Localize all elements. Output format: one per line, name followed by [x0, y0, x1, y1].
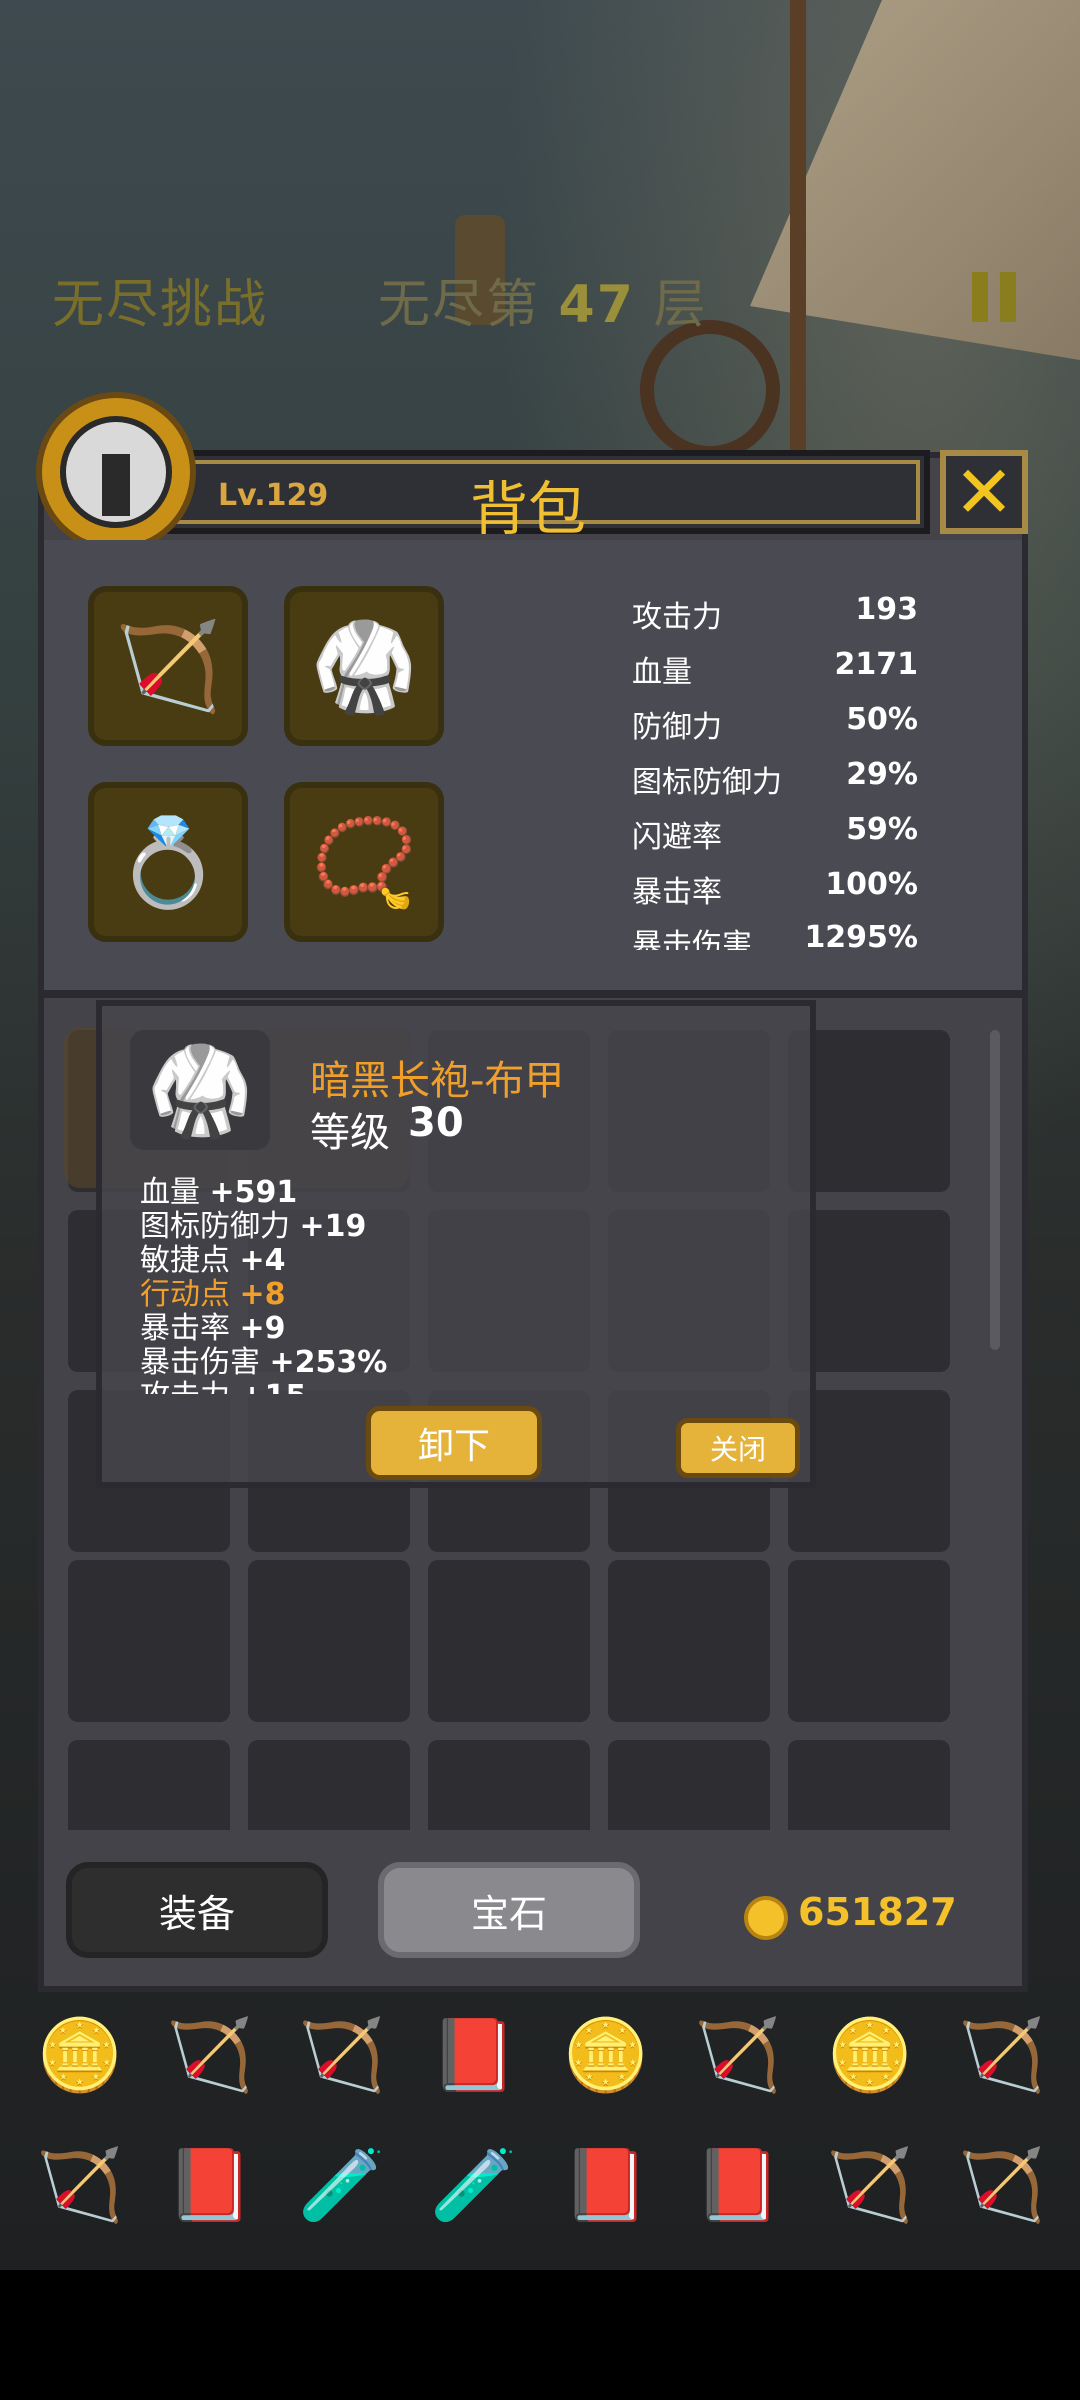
- pause-icon[interactable]: [972, 272, 1018, 322]
- inventory-cell[interactable]: [608, 1560, 770, 1722]
- floor-suffix: 层: [653, 275, 708, 335]
- quick-item-arrow[interactable]: 🏹: [678, 2000, 798, 2110]
- stat-value-crit-rate: 100%: [825, 867, 918, 902]
- quick-item-spellbook[interactable]: 📕: [678, 2130, 798, 2240]
- quick-item-spellbook[interactable]: 📕: [414, 2000, 534, 2110]
- quick-item-spellbook[interactable]: 📕: [546, 2130, 666, 2240]
- mode-label: 无尽挑战: [52, 275, 269, 335]
- stat-label-dodge: 闪避率: [632, 820, 722, 855]
- close-tooltip-button[interactable]: 关闭: [676, 1418, 800, 1478]
- golden-bow-icon: 🏹: [114, 616, 222, 717]
- emerald-ring-icon: 💍: [114, 812, 222, 913]
- stat-label-crit-rate: 暴击率: [632, 875, 722, 910]
- gold-coin-icon: [744, 1896, 788, 1940]
- quick-item-coin[interactable]: 🪙: [20, 2000, 140, 2110]
- inventory-cell[interactable]: [788, 1560, 950, 1722]
- equip-slot-armor[interactable]: 🥋: [284, 586, 444, 746]
- tooltip-stat-list[interactable]: 血量 +591 图标防御力 +19 敏捷点 +4 行动点 +8 暴击率 +9 暴…: [140, 1176, 640, 1394]
- equip-slot-amulet[interactable]: 📿: [284, 782, 444, 942]
- stat-value-hp: 2171: [834, 647, 919, 682]
- quick-item-arrow[interactable]: 🏹: [942, 2130, 1062, 2240]
- floor-number: 47: [558, 275, 635, 335]
- stat-label-icon-defense: 图标防御力: [632, 765, 782, 800]
- inventory-cell[interactable]: [428, 1560, 590, 1722]
- avatar[interactable]: [36, 392, 196, 552]
- quick-item-potion[interactable]: 🧪: [414, 2130, 534, 2240]
- tooltip-item-icon: 🥋: [130, 1030, 270, 1150]
- quick-item-arrow[interactable]: 🏹: [20, 2130, 140, 2240]
- stat-value-defense: 50%: [846, 702, 918, 737]
- inventory-scrollbar[interactable]: [990, 1030, 1000, 1350]
- gold-amount: 651827: [798, 1890, 957, 1934]
- floor-prefix: 无尽第: [378, 275, 541, 335]
- endless-floor-label: 无尽第 47 层: [378, 262, 707, 337]
- quick-item-bar: 🪙 🏹 🏹 📕 🪙 🏹 🪙 🏹 🏹 📕 🧪 🧪 📕 📕 🏹 🏹: [0, 2000, 1080, 2226]
- tooltip-item-name: 暗黑长袍-布甲: [310, 1058, 565, 1104]
- stat-label-hp: 血量: [632, 655, 692, 690]
- tooltip-stat-line: 暴击率 +9: [140, 1311, 286, 1346]
- stat-value-dodge: 59%: [846, 812, 918, 847]
- tooltip-stat-line: 图标防御力 +19: [140, 1209, 367, 1244]
- dark-robe-armor-icon: 🥋: [146, 1040, 254, 1141]
- tooltip-stat-line-highlight: 行动点 +8: [140, 1277, 286, 1312]
- tooltip-stat-line: 敏捷点 +4: [140, 1243, 286, 1278]
- inventory-cell[interactable]: [248, 1560, 410, 1722]
- quick-item-spellbook[interactable]: 📕: [150, 2130, 270, 2240]
- close-panel-button[interactable]: ✕: [940, 450, 1028, 534]
- stat-value-attack: 193: [855, 592, 918, 627]
- stat-value-crit-damage: 1295%: [804, 920, 918, 955]
- stat-label-defense: 防御力: [632, 710, 722, 745]
- stat-value-icon-defense: 29%: [846, 757, 918, 792]
- panel-title: 背包: [470, 475, 587, 543]
- tab-gems[interactable]: 宝石: [378, 1862, 640, 1958]
- inventory-cell[interactable]: [428, 1740, 590, 1830]
- inventory-cell[interactable]: [608, 1740, 770, 1830]
- quick-item-coin[interactable]: 🪙: [546, 2000, 666, 2110]
- close-x-icon: ✕: [953, 450, 1015, 534]
- equip-slot-weapon[interactable]: 🏹: [88, 586, 248, 746]
- quick-item-coin[interactable]: 🪙: [810, 2000, 930, 2110]
- inventory-cell[interactable]: [68, 1740, 230, 1830]
- stat-label-crit-damage: 暴击伤害: [632, 928, 752, 950]
- tooltip-stat-line: 暴击伤害 +253%: [140, 1345, 388, 1380]
- unequip-button[interactable]: 卸下: [366, 1406, 542, 1480]
- player-level: Lv.129: [218, 478, 329, 513]
- ship-wheel-decoration: [640, 320, 780, 460]
- mast-decoration: [790, 0, 806, 450]
- quick-item-potion[interactable]: 🧪: [282, 2130, 402, 2240]
- quick-item-arrow[interactable]: 🏹: [942, 2000, 1062, 2110]
- bottom-bar: [0, 2270, 1080, 2400]
- quick-item-arrow[interactable]: 🏹: [150, 2000, 270, 2110]
- tooltip-grade-label: 等级: [310, 1110, 390, 1156]
- inventory-cell[interactable]: [248, 1740, 410, 1830]
- tab-equipment[interactable]: 装备: [66, 1862, 328, 1958]
- quick-item-arrow[interactable]: 🏹: [282, 2000, 402, 2110]
- inventory-cell[interactable]: [788, 1740, 950, 1830]
- tooltip-stat-line: 攻击力 +15: [140, 1380, 640, 1395]
- tooltip-grade-value: 30: [408, 1100, 464, 1146]
- inventory-cell[interactable]: [68, 1560, 230, 1722]
- ruby-amulet-icon: 📿: [310, 812, 418, 913]
- dark-robe-armor-icon: 🥋: [310, 616, 418, 717]
- stat-label-attack: 攻击力: [632, 600, 722, 635]
- helmet-icon: [60, 416, 172, 528]
- equip-slot-ring[interactable]: 💍: [88, 782, 248, 942]
- tooltip-stat-line: 血量 +591: [140, 1176, 298, 1210]
- quick-item-arrow[interactable]: 🏹: [810, 2130, 930, 2240]
